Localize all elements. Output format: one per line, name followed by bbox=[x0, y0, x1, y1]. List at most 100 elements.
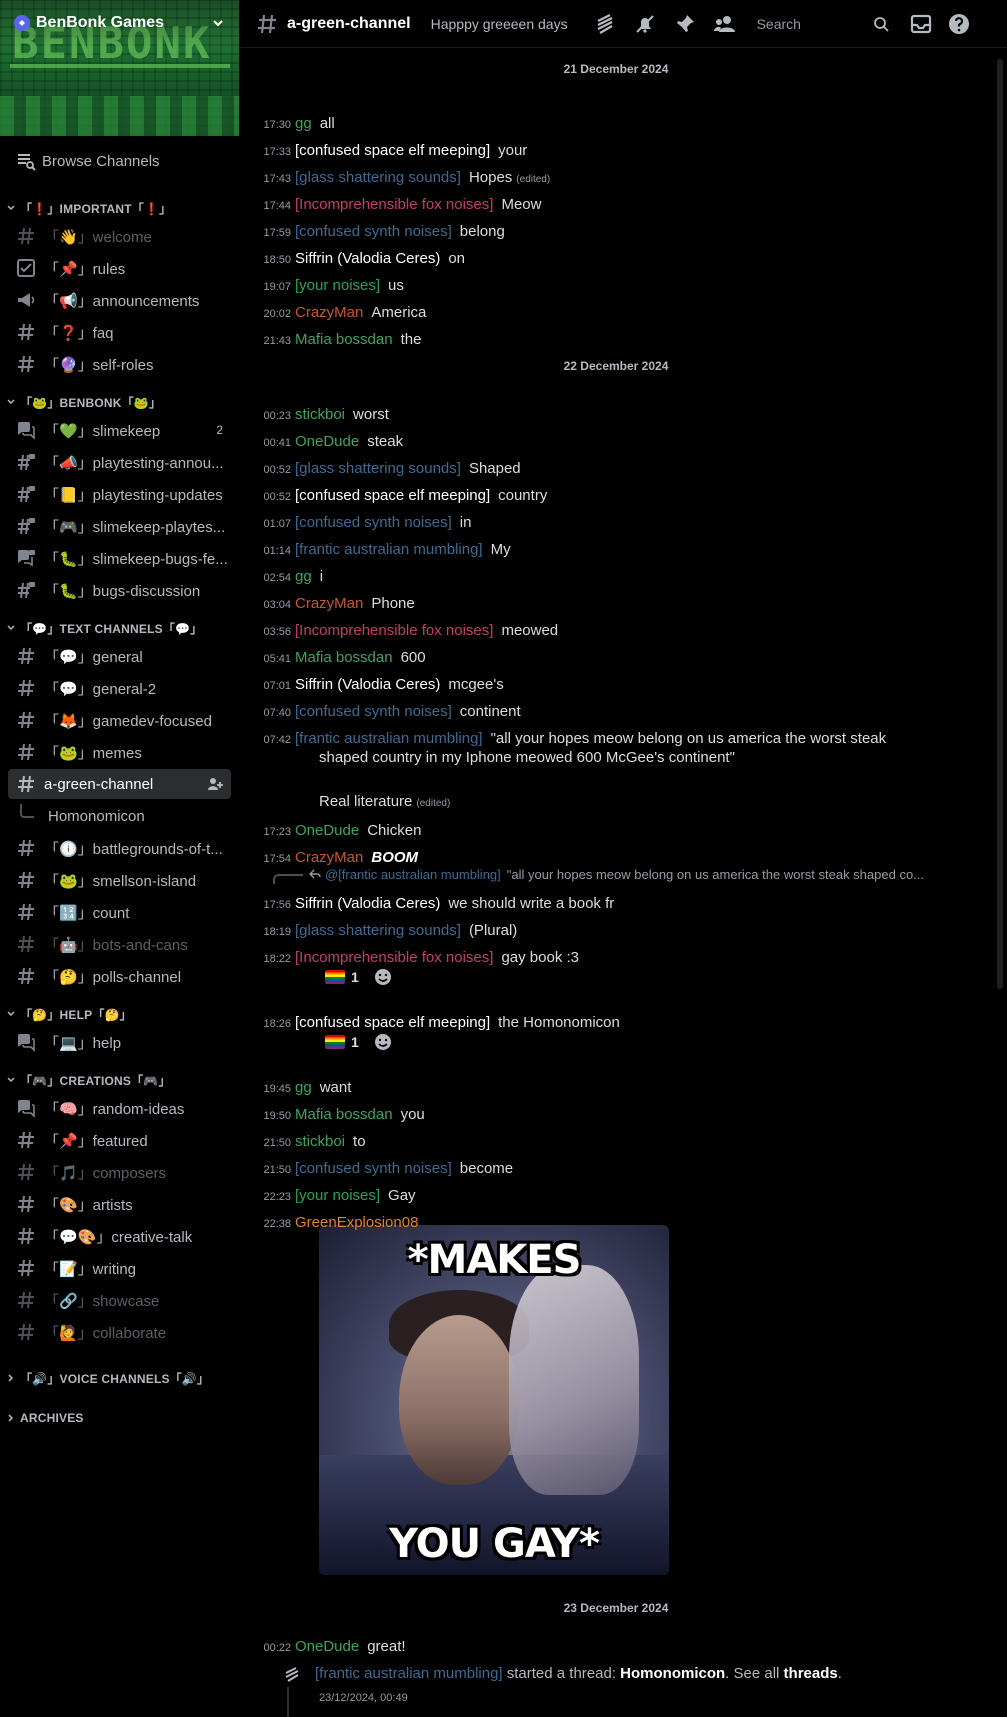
message-author[interactable]: GreenExplosion08 bbox=[295, 1214, 418, 1231]
message[interactable]: 00:52 [glass shattering sounds] Shaped bbox=[239, 458, 979, 481]
message-author[interactable]: Siffrin (Valodia Ceres) bbox=[295, 676, 440, 693]
sidebar-channel-item[interactable]: 「🐛」bugs-discussion bbox=[8, 575, 231, 605]
message[interactable]: 19:07 [your noises] us bbox=[239, 275, 979, 298]
message-author[interactable]: CrazyMan bbox=[295, 304, 363, 321]
message[interactable]: 05:41 Mafia bossdan 600 bbox=[239, 647, 979, 670]
message-author[interactable]: OneDude bbox=[295, 822, 359, 839]
sidebar-channel-item[interactable]: 「📒」playtesting-updates bbox=[8, 479, 231, 509]
message-author[interactable]: Mafia bossdan bbox=[295, 1106, 393, 1123]
message[interactable]: 17:30 gg all bbox=[239, 113, 979, 136]
message-author[interactable]: gg bbox=[295, 115, 312, 132]
message-author[interactable]: [confused synth noises] bbox=[295, 514, 452, 531]
sidebar-channel-item[interactable]: 「🕕」battlegrounds-of-t... bbox=[8, 833, 231, 863]
message-author[interactable]: [Incomprehensible fox noises] bbox=[295, 622, 493, 639]
message[interactable]: 19:50 Mafia bossdan you bbox=[239, 1104, 979, 1127]
message[interactable]: 18:26 [confused space elf meeping] the Hom… bbox=[239, 1012, 979, 1035]
sidebar-channel-item[interactable]: 「🧠」random-ideas bbox=[8, 1093, 231, 1123]
message[interactable]: 07:01 Siffrin (Valodia Ceres) mcgee's bbox=[239, 674, 979, 697]
inbox-icon[interactable] bbox=[909, 12, 933, 36]
add-reaction-icon[interactable] bbox=[373, 1032, 393, 1052]
sidebar-channel-item[interactable]: 「❓」faq bbox=[8, 317, 231, 347]
sidebar-channel-item[interactable]: a-green-channel bbox=[8, 769, 231, 799]
message-author[interactable]: CrazyMan bbox=[295, 595, 363, 612]
message-author[interactable]: OneDude bbox=[295, 1638, 359, 1655]
message[interactable]: 20:02 CrazyMan America bbox=[239, 302, 979, 325]
sidebar-channel-item[interactable]: 「🐸」memes bbox=[8, 737, 231, 767]
sidebar-channel-item[interactable]: 「🐛」slimekeep-bugs-fe... bbox=[8, 543, 231, 573]
message[interactable]: 17:54 CrazyMan BOOM bbox=[239, 847, 979, 870]
sidebar-channel-item[interactable]: 「🎵」composers bbox=[8, 1157, 231, 1187]
sidebar-channel-item[interactable]: 「🔢」count bbox=[8, 897, 231, 927]
message[interactable]: 22:38 GreenExplosion08 bbox=[239, 1212, 979, 1235]
message[interactable]: 00:23 stickboi worst bbox=[239, 404, 979, 427]
message[interactable]: 18:22 [Incomprehensible fox noises] gay bo… bbox=[239, 947, 979, 970]
sidebar-channel-item[interactable]: 「🔗」showcase bbox=[8, 1285, 231, 1315]
message[interactable]: 01:07 [confused synth noises] in bbox=[239, 512, 979, 535]
channel-topic[interactable]: Happpy greeeen days bbox=[431, 16, 591, 32]
sidebar-channel-item[interactable]: 「📌」rules bbox=[8, 253, 231, 283]
sidebar-channel-item[interactable]: 「💚」slimekeep 2 bbox=[8, 415, 231, 445]
category-header-collapsed[interactable]: ARCHIVES bbox=[0, 1407, 239, 1429]
message[interactable]: 07:42 [frantic australian mumbling] "all y… bbox=[239, 728, 979, 751]
message[interactable]: 17:23 OneDude Chicken bbox=[239, 820, 979, 843]
category-header[interactable]: 「🤔」HELP「🤔」 bbox=[0, 1003, 239, 1025]
message-author[interactable]: gg bbox=[295, 568, 312, 585]
sidebar-channel-item[interactable]: 「👋」welcome bbox=[8, 221, 231, 251]
message-author[interactable]: [Incomprehensible fox noises] bbox=[295, 196, 493, 213]
sidebar-channel-item[interactable]: 「🎨」artists bbox=[8, 1189, 231, 1219]
message[interactable]: 17:44 [Incomprehensible fox noises] Meow bbox=[239, 194, 979, 217]
sidebar-channel-item[interactable]: 「🐸」smellson-island bbox=[8, 865, 231, 895]
threads-link[interactable]: threads bbox=[784, 1665, 838, 1682]
message-author[interactable]: [frantic australian mumbling] bbox=[295, 730, 483, 747]
sidebar-channel-item[interactable]: 「💻」help bbox=[8, 1027, 231, 1057]
meme-image[interactable]: *MAKES YOU GAY* bbox=[319, 1225, 669, 1575]
message-author[interactable]: [Incomprehensible fox noises] bbox=[295, 949, 493, 966]
message-author[interactable]: CrazyMan bbox=[295, 849, 363, 866]
sidebar-channel-item[interactable]: 「💬🎨」creative-talk bbox=[8, 1221, 231, 1251]
message-author[interactable]: stickboi bbox=[295, 406, 345, 423]
message[interactable]: 00:41 OneDude steak bbox=[239, 431, 979, 454]
sidebar-channel-item[interactable]: 「🙋」collaborate bbox=[8, 1317, 231, 1347]
message-author[interactable]: [confused synth noises] bbox=[295, 223, 452, 240]
sidebar-channel-item[interactable]: 「🤔」polls-channel bbox=[8, 961, 231, 991]
help-icon[interactable] bbox=[947, 12, 971, 36]
member-list-icon[interactable] bbox=[713, 12, 737, 36]
message-author[interactable]: [confused synth noises] bbox=[295, 703, 452, 720]
threads-icon[interactable] bbox=[593, 12, 617, 36]
sidebar-channel-item[interactable]: 「📢」announcements bbox=[8, 285, 231, 315]
message-author[interactable]: [glass shattering sounds] bbox=[295, 460, 461, 477]
thread-author[interactable]: [frantic australian mumbling] bbox=[315, 1665, 503, 1682]
chevron-down-icon[interactable] bbox=[211, 16, 225, 30]
mute-bell-icon[interactable] bbox=[633, 12, 657, 36]
message[interactable]: 02:54 gg i bbox=[239, 566, 979, 589]
message-author[interactable]: [confused synth noises] bbox=[295, 1160, 452, 1177]
message-author[interactable]: [glass shattering sounds] bbox=[295, 922, 461, 939]
message[interactable]: 03:56 [Incomprehensible fox noises] meowed bbox=[239, 620, 979, 643]
add-reaction-icon[interactable] bbox=[373, 967, 393, 987]
message-author[interactable]: Siffrin (Valodia Ceres) bbox=[295, 250, 440, 267]
message[interactable]: 17:43 [glass shattering sounds] Hopes (edit… bbox=[239, 167, 979, 191]
thread-name-link[interactable]: Homonomicon bbox=[620, 1665, 725, 1682]
message[interactable]: 17:59 [confused synth noises] belong bbox=[239, 221, 979, 244]
message[interactable]: 21:50 [confused synth noises] become bbox=[239, 1158, 979, 1181]
message[interactable]: 07:40 [confused synth noises] continent bbox=[239, 701, 979, 724]
category-header[interactable]: 「❗」IMPORTANT「❗」 bbox=[0, 197, 239, 219]
message-author[interactable]: [your noises] bbox=[295, 277, 380, 294]
sidebar-channel-item[interactable]: 「💬」general bbox=[8, 641, 231, 671]
message[interactable]: 21:43 Mafia bossdan the bbox=[239, 329, 979, 352]
message-author[interactable]: Siffrin (Valodia Ceres) bbox=[295, 895, 440, 912]
browse-channels[interactable]: Browse Channels bbox=[0, 143, 239, 179]
message-author[interactable]: OneDude bbox=[295, 433, 359, 450]
message[interactable]: 17:33 [confused space elf meeping] your bbox=[239, 140, 979, 163]
message[interactable]: 21:50 stickboi to bbox=[239, 1131, 979, 1154]
message-author[interactable]: [confused space elf meeping] bbox=[295, 142, 490, 159]
pinned-messages-icon[interactable] bbox=[673, 12, 697, 36]
sidebar-channel-item[interactable]: 「🦊」gamedev-focused bbox=[8, 705, 231, 735]
sidebar-channel-item[interactable]: 「🎮」slimekeep-playtes... bbox=[8, 511, 231, 541]
scrollbar-thumb[interactable] bbox=[997, 59, 1003, 989]
add-member-icon[interactable] bbox=[207, 776, 223, 792]
message-author[interactable]: stickboi bbox=[295, 1133, 345, 1150]
message-author[interactable]: [glass shattering sounds] bbox=[295, 169, 461, 186]
message-author[interactable]: [confused space elf meeping] bbox=[295, 487, 490, 504]
message[interactable]: 00:52 [confused space elf meeping] country bbox=[239, 485, 979, 508]
